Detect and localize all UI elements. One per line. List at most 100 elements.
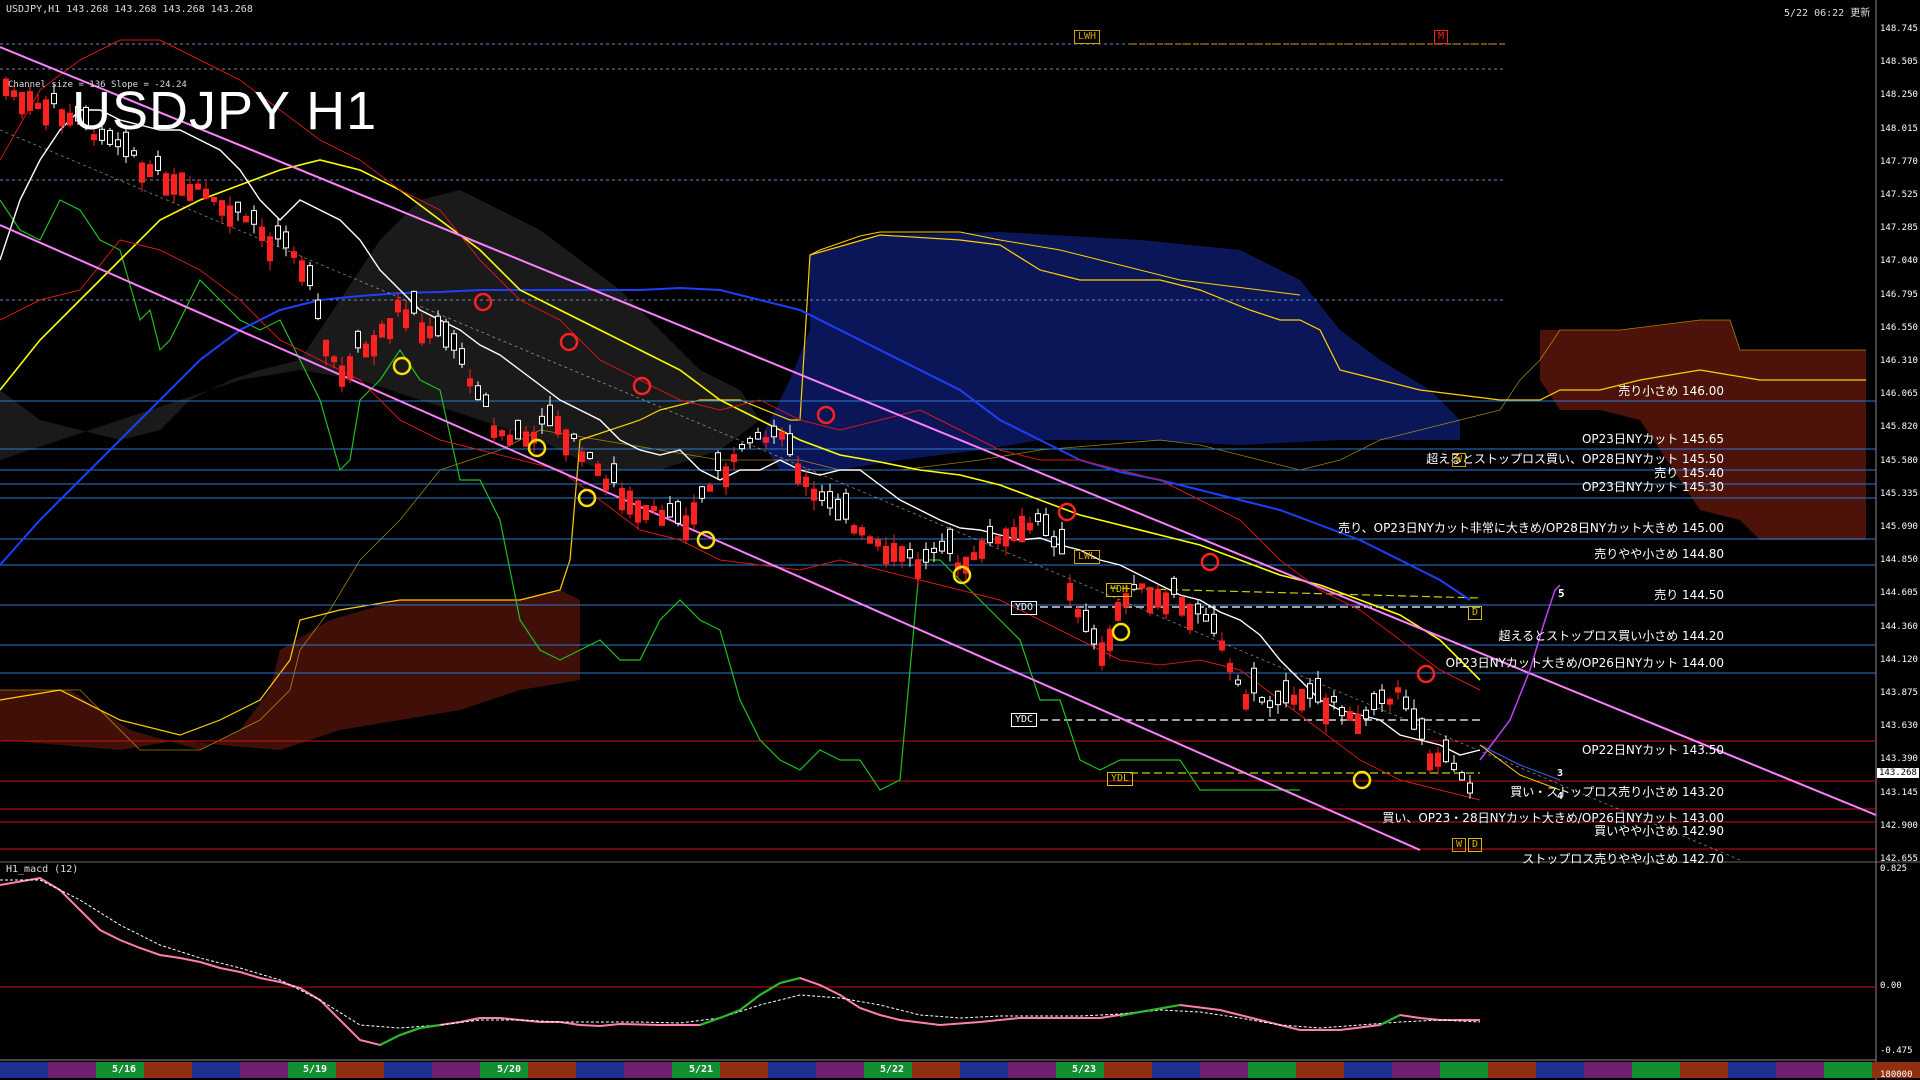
tag-lwl: LWL	[1074, 550, 1101, 564]
candle-body	[483, 394, 489, 407]
candle-body	[1203, 614, 1209, 622]
chart-title: USDJPY H1	[72, 81, 378, 141]
session-block	[1440, 1062, 1488, 1078]
level-note: OP22日NYカット 143.50	[1581, 743, 1724, 757]
candle-body	[411, 290, 417, 314]
level-note: 買いやや小さめ 142.90	[1594, 824, 1724, 838]
candle-body	[1171, 577, 1177, 595]
candle-body	[539, 415, 545, 425]
candle-body	[707, 484, 713, 492]
level-note: OP23日NYカット 145.30	[1581, 480, 1724, 494]
candle-body	[547, 404, 553, 427]
candle-body	[747, 437, 753, 444]
macd-signal	[0, 879, 1481, 1029]
candle-body	[363, 343, 369, 358]
candle-body	[299, 260, 305, 282]
session-block	[624, 1062, 672, 1078]
candle-body	[1043, 514, 1049, 536]
candle-body	[1379, 689, 1385, 705]
session-block	[576, 1062, 624, 1078]
candle-body	[435, 315, 441, 337]
candle-body	[1395, 687, 1401, 693]
candle-body	[1315, 678, 1321, 703]
wave-4-label: 4	[1557, 791, 1564, 802]
level-note: OP23日NYカット 145.65	[1581, 432, 1724, 446]
price-axis-tick: 145.335	[1880, 488, 1918, 499]
candle-body	[603, 478, 609, 491]
candle-body	[1291, 694, 1297, 705]
chart-window[interactable]: USDJPY,H1 143.268 143.268 143.268 143.26…	[0, 0, 1920, 1080]
price-axis-tick: 147.285	[1880, 223, 1918, 234]
candle-body	[563, 429, 569, 456]
candle-body	[811, 488, 817, 501]
session-block	[192, 1062, 240, 1078]
candle-body	[659, 509, 665, 526]
price-axis-tick: 148.250	[1880, 90, 1918, 101]
candle-body	[899, 546, 905, 562]
macd-axis-tick: 0.00	[1880, 981, 1902, 991]
candle-body	[267, 236, 273, 262]
price-chart[interactable]	[0, 0, 1920, 1080]
candle-body	[579, 451, 585, 463]
candle-body	[1163, 592, 1169, 615]
candle-body	[139, 162, 145, 183]
tag-d-lower: D	[1468, 838, 1483, 852]
candle-body	[1011, 527, 1017, 541]
candle-body	[395, 299, 401, 313]
candle-body	[1099, 642, 1105, 666]
candle-body	[835, 498, 841, 521]
macd-line	[0, 876, 1480, 1047]
price-axis-tick: 144.360	[1880, 621, 1918, 632]
wave-3-label: 3	[1557, 768, 1564, 779]
candle-body	[1387, 698, 1393, 705]
candle-body	[587, 452, 593, 460]
candle-body	[683, 515, 689, 541]
candle-body	[1027, 522, 1033, 531]
macd-up-segments	[379, 1024, 441, 1046]
price-axis-tick: 147.525	[1880, 190, 1918, 200]
candle-body	[11, 90, 17, 98]
candle-body	[275, 225, 281, 240]
candle-body	[347, 356, 353, 380]
candle-body	[771, 425, 777, 438]
session-block	[48, 1062, 96, 1078]
candle-body	[1243, 694, 1249, 710]
candle-body	[923, 549, 929, 563]
tag-d-upper: D	[1468, 606, 1483, 620]
session-block	[1248, 1062, 1296, 1078]
candle-body	[875, 539, 881, 547]
candle-body	[467, 378, 473, 387]
session-block	[720, 1062, 768, 1078]
candle-body	[803, 476, 809, 488]
candle-body	[259, 226, 265, 241]
candle-body	[459, 348, 465, 365]
candle-body	[723, 466, 729, 488]
price-axis-tick: 143.875	[1880, 688, 1918, 698]
candle-body	[283, 231, 289, 249]
candle-body	[1307, 683, 1313, 699]
level-note: 超えるとストップロス買い小さめ 144.20	[1498, 629, 1724, 643]
session-block	[1104, 1062, 1152, 1078]
session-block	[0, 1062, 48, 1078]
tag-w-lower: W	[1452, 838, 1467, 852]
session-block	[432, 1062, 480, 1078]
candle-body	[1331, 695, 1337, 703]
macd-up-segments-4	[1379, 1014, 1401, 1026]
candle-body	[947, 528, 953, 554]
candle-body	[27, 91, 33, 111]
candle-body	[715, 452, 721, 471]
candle-body	[1067, 582, 1073, 601]
candle-body	[667, 503, 673, 518]
candle-body	[387, 318, 393, 340]
candle-body	[1467, 782, 1473, 794]
candle-body	[1299, 688, 1305, 711]
macd-axis-tick: 0.825	[1880, 864, 1908, 874]
candle-body	[571, 433, 577, 439]
candle-body	[1227, 662, 1233, 673]
candle-body	[507, 434, 513, 446]
session-block	[768, 1062, 816, 1078]
session-block	[960, 1062, 1008, 1078]
session-block	[384, 1062, 432, 1078]
price-axis-tick: 146.795	[1880, 289, 1918, 300]
candle-body	[651, 506, 657, 512]
